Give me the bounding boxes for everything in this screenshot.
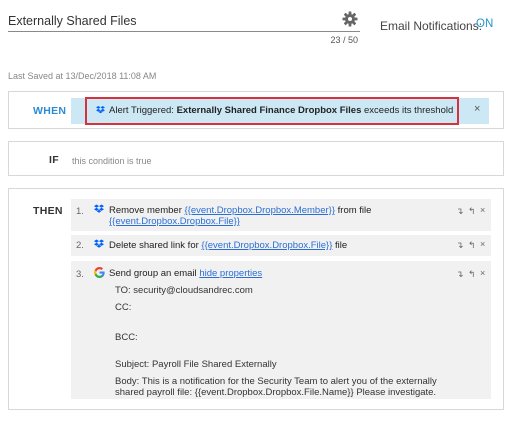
move-up-icon[interactable]: ↰ xyxy=(468,269,476,280)
trigger-prefix: Alert Triggered: xyxy=(109,105,174,116)
email-cc-field[interactable]: CC: xyxy=(115,302,131,313)
trigger-box[interactable]: Alert Triggered: Externally Shared Finan… xyxy=(85,97,459,125)
action-number: 1. xyxy=(76,206,84,217)
move-down-icon[interactable]: ↴ xyxy=(456,240,464,251)
remove-action-icon[interactable]: × xyxy=(480,239,485,249)
dropbox-icon xyxy=(96,106,105,114)
google-icon xyxy=(94,267,105,278)
email-subject-field[interactable]: Subject: Payroll File Shared Externally xyxy=(115,359,277,370)
member-variable-link[interactable]: {{event.Dropbox.Dropbox.Member}} xyxy=(185,205,336,216)
file-variable-link[interactable]: {{event.Dropbox.Dropbox.File}} xyxy=(109,216,240,227)
email-body-line[interactable]: Body: This is a notification for the Sec… xyxy=(115,376,437,387)
move-up-icon[interactable]: ↰ xyxy=(468,240,476,251)
action-text: Delete shared link for xyxy=(109,240,199,251)
remove-action-icon[interactable]: × xyxy=(480,268,485,278)
dropbox-icon xyxy=(94,204,104,213)
action-number: 2. xyxy=(76,240,84,251)
file-variable-link[interactable]: {{event.Dropbox.Dropbox.File}} xyxy=(201,240,332,251)
move-down-icon[interactable]: ↴ xyxy=(456,206,464,217)
rule-name-input[interactable]: Externally Shared Files xyxy=(8,12,360,32)
trigger-suffix: exceeds its threshold xyxy=(364,105,454,116)
action-text: Remove member xyxy=(109,205,182,216)
hide-properties-link[interactable]: hide properties xyxy=(199,268,262,279)
dropbox-icon xyxy=(94,239,104,248)
email-to-field[interactable]: TO: security@cloudsandrec.com xyxy=(115,285,253,296)
action-number: 3. xyxy=(76,269,84,280)
if-section: IF this condition is true xyxy=(8,141,504,176)
close-icon[interactable]: × xyxy=(474,103,480,115)
action-text: Send group an email xyxy=(109,268,197,279)
then-label: THEN xyxy=(33,205,63,217)
action-item: 3. Send group an email hide properties ↴… xyxy=(71,261,491,399)
condition-text[interactable]: this condition is true xyxy=(72,156,152,166)
email-bcc-field[interactable]: BCC: xyxy=(115,332,138,343)
rule-name-value: Externally Shared Files xyxy=(8,14,137,28)
gear-icon[interactable] xyxy=(342,11,358,27)
email-notifications-label: Email Notifications: xyxy=(380,19,483,33)
when-section: WHEN Alert Triggered: Externally Shared … xyxy=(8,91,504,129)
remove-action-icon[interactable]: × xyxy=(480,205,485,215)
if-label: IF xyxy=(49,154,59,166)
last-saved-text: Last Saved at 13/Dec/2018 11:08 AM xyxy=(8,71,157,81)
move-down-icon[interactable]: ↴ xyxy=(456,269,464,280)
email-notifications-toggle[interactable]: ON xyxy=(476,18,493,30)
action-item: 1. Remove member {{event.Dropbox.Dropbox… xyxy=(71,199,491,231)
when-label: WHEN xyxy=(33,105,67,117)
email-body-line[interactable]: shared payroll file: {{event.Dropbox.Dro… xyxy=(115,387,436,398)
action-item: 2. Delete shared link for {{event.Dropbo… xyxy=(71,235,491,256)
action-text: from file xyxy=(337,205,372,216)
then-section: THEN 1. Remove member {{event.Dropbox.Dr… xyxy=(8,188,504,410)
action-text: file xyxy=(335,240,348,251)
move-up-icon[interactable]: ↰ xyxy=(468,206,476,217)
char-counter: 23 / 50 xyxy=(330,35,358,45)
trigger-name: Externally Shared Finance Dropbox Files xyxy=(176,105,362,116)
